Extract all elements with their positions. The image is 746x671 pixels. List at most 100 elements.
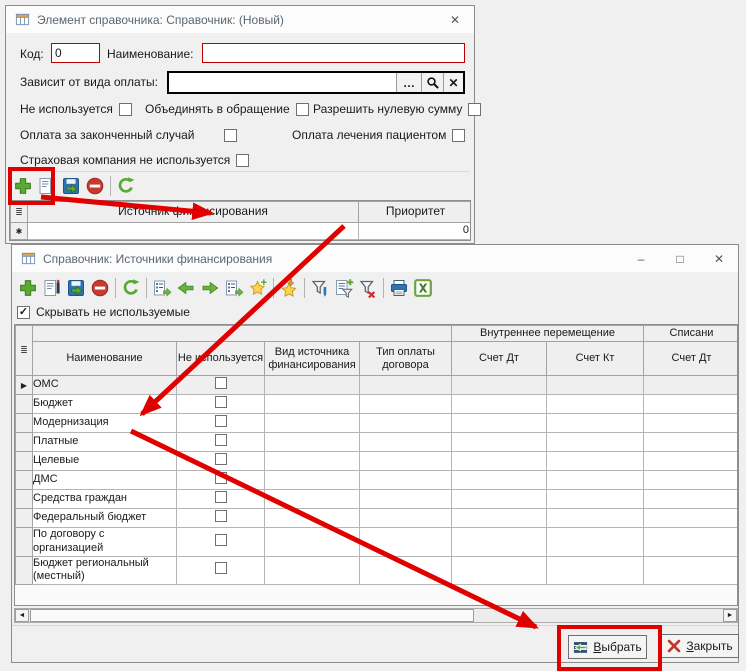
- add-button[interactable]: [11, 174, 35, 198]
- cell-not-used-checkbox[interactable]: [177, 509, 265, 528]
- column-header-priority[interactable]: Приоритет: [359, 202, 472, 223]
- cell-not-used-checkbox[interactable]: [177, 490, 265, 509]
- not-used-checkbox[interactable]: [119, 103, 132, 116]
- filter-edit-button[interactable]: [308, 276, 332, 300]
- cell-empty[interactable]: [547, 490, 644, 509]
- move-right-button[interactable]: [198, 276, 222, 300]
- table-row[interactable]: Федеральный бюджет: [16, 509, 739, 528]
- column-header-not-used[interactable]: Не используется: [177, 342, 265, 376]
- cell-name[interactable]: По договору с организацией: [33, 528, 177, 557]
- table-row[interactable]: Средства граждан: [16, 490, 739, 509]
- table-row[interactable]: Бюджет: [16, 395, 739, 414]
- favorite-add-button[interactable]: [246, 276, 270, 300]
- cell-empty[interactable]: [547, 395, 644, 414]
- cell-empty[interactable]: [360, 376, 452, 395]
- payment-kind-value[interactable]: [169, 73, 396, 92]
- cell-empty[interactable]: [644, 509, 739, 528]
- cell-name[interactable]: Целевые: [33, 452, 177, 471]
- filter-by-selection-button[interactable]: [332, 276, 356, 300]
- cell-empty[interactable]: [360, 490, 452, 509]
- cell-empty[interactable]: [265, 556, 360, 585]
- cell-empty[interactable]: [644, 376, 739, 395]
- cell-empty[interactable]: [547, 376, 644, 395]
- cell-name[interactable]: ОМС: [33, 376, 177, 395]
- hide-unused-checkbox[interactable]: ✓: [17, 306, 30, 319]
- delete-button[interactable]: [88, 276, 112, 300]
- close-icon[interactable]: ✕: [445, 10, 465, 30]
- edit-button[interactable]: [40, 276, 64, 300]
- table-row[interactable]: ▶ОМС: [16, 376, 739, 395]
- not-used-checkbox[interactable]: [215, 562, 227, 574]
- cell-empty[interactable]: [265, 528, 360, 557]
- column-header-source-kind[interactable]: Вид источника финансирования: [265, 342, 360, 376]
- payment-kind-combo[interactable]: … ✕: [167, 71, 465, 94]
- cell-not-used-checkbox[interactable]: [177, 395, 265, 414]
- move-left-button[interactable]: [174, 276, 198, 300]
- cell-empty[interactable]: [547, 556, 644, 585]
- cell-empty[interactable]: [644, 556, 739, 585]
- checkbox-zero-sum[interactable]: Разрешить нулевую сумму: [313, 102, 481, 116]
- cell-empty[interactable]: [547, 471, 644, 490]
- favorite-jump-button[interactable]: [277, 276, 301, 300]
- cell-not-used-checkbox[interactable]: [177, 433, 265, 452]
- cell-empty[interactable]: [644, 395, 739, 414]
- not-used-checkbox[interactable]: [215, 377, 227, 389]
- not-used-checkbox[interactable]: [215, 534, 227, 546]
- cell-empty[interactable]: [644, 433, 739, 452]
- scroll-left-button[interactable]: ◄: [15, 609, 29, 622]
- cell-not-used-checkbox[interactable]: [177, 376, 265, 395]
- table-row[interactable]: По договору с организацией: [16, 528, 739, 557]
- cell-empty[interactable]: [547, 528, 644, 557]
- column-header-contract-payment-type[interactable]: Тип оплаты договора: [360, 342, 452, 376]
- cell-empty[interactable]: [360, 452, 452, 471]
- column-header-debit-account-2[interactable]: Счет Дт: [644, 342, 739, 376]
- cell-empty[interactable]: [452, 414, 547, 433]
- search-button[interactable]: [421, 73, 443, 92]
- cell-empty[interactable]: [547, 452, 644, 471]
- scrollbar-thumb[interactable]: [30, 609, 474, 622]
- save-button[interactable]: [59, 174, 83, 198]
- checkbox-insurance-not-used[interactable]: Страховая компания не используется: [20, 153, 249, 167]
- not-used-checkbox[interactable]: [215, 491, 227, 503]
- cell-empty[interactable]: [644, 528, 739, 557]
- cell-empty[interactable]: [452, 556, 547, 585]
- cell-name[interactable]: Средства граждан: [33, 490, 177, 509]
- cell-empty[interactable]: [452, 490, 547, 509]
- cell-empty[interactable]: [265, 433, 360, 452]
- cell-empty[interactable]: [452, 528, 547, 557]
- column-header-debit-account[interactable]: Счет Дт: [452, 342, 547, 376]
- cell-priority[interactable]: 0: [359, 223, 472, 240]
- filter-clear-button[interactable]: [356, 276, 380, 300]
- checkbox-merge[interactable]: Объединять в обращение: [145, 102, 309, 116]
- insurance-not-used-checkbox[interactable]: [236, 154, 249, 167]
- not-used-checkbox[interactable]: [215, 453, 227, 465]
- cell-empty[interactable]: [360, 414, 452, 433]
- cell-empty[interactable]: [452, 471, 547, 490]
- cell-source[interactable]: [28, 223, 359, 240]
- cell-empty[interactable]: [360, 471, 452, 490]
- cell-empty[interactable]: [452, 452, 547, 471]
- delete-button[interactable]: [83, 174, 107, 198]
- not-used-checkbox[interactable]: [215, 396, 227, 408]
- select-button[interactable]: Выбрать: [568, 635, 647, 659]
- cell-empty[interactable]: [452, 376, 547, 395]
- cell-empty[interactable]: [644, 471, 739, 490]
- cell-empty[interactable]: [360, 395, 452, 414]
- clear-button[interactable]: ✕: [443, 73, 463, 92]
- code-input[interactable]: 0: [51, 43, 100, 63]
- go-to-button[interactable]: [150, 276, 174, 300]
- cell-not-used-checkbox[interactable]: [177, 471, 265, 490]
- cell-not-used-checkbox[interactable]: [177, 414, 265, 433]
- table-row[interactable]: Модернизация: [16, 414, 739, 433]
- zero-sum-checkbox[interactable]: [468, 103, 481, 116]
- cell-name[interactable]: Федеральный бюджет: [33, 509, 177, 528]
- cell-empty[interactable]: [360, 528, 452, 557]
- cell-empty[interactable]: [265, 509, 360, 528]
- cell-empty[interactable]: [265, 490, 360, 509]
- save-button[interactable]: [64, 276, 88, 300]
- cell-empty[interactable]: [360, 433, 452, 452]
- cell-empty[interactable]: [265, 395, 360, 414]
- cell-empty[interactable]: [644, 490, 739, 509]
- not-used-checkbox[interactable]: [215, 434, 227, 446]
- ellipsis-button[interactable]: …: [396, 73, 421, 92]
